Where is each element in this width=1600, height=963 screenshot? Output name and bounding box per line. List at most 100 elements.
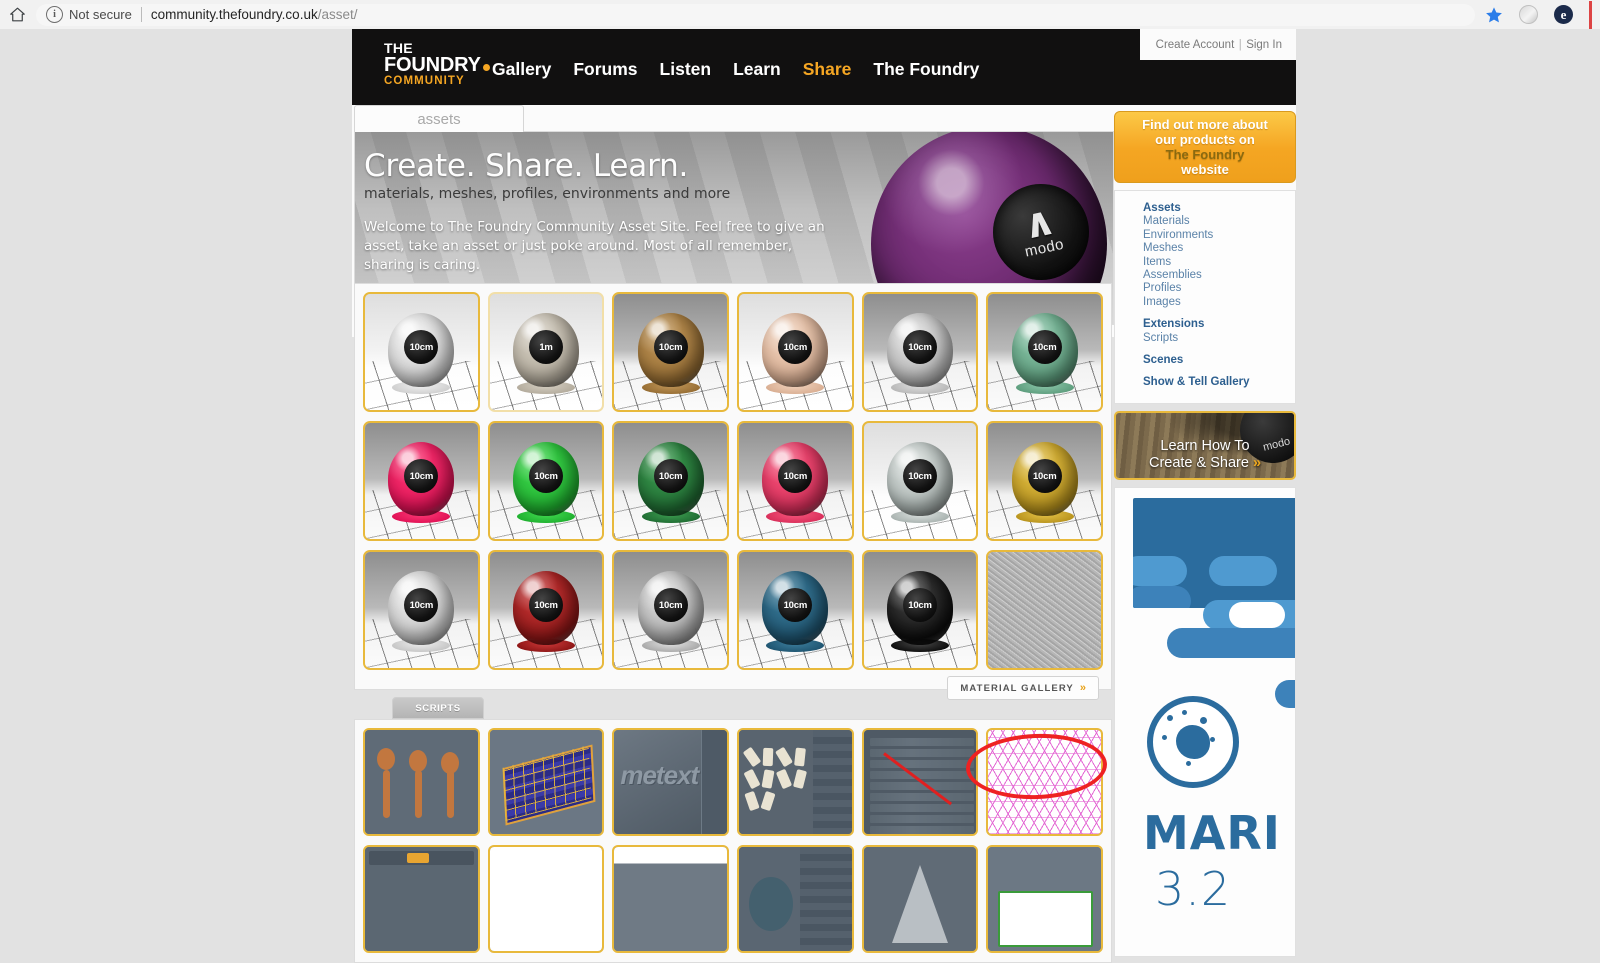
nav-item-listen[interactable]: Listen — [660, 59, 712, 80]
profile-avatar-icon[interactable] — [1519, 5, 1538, 24]
script-thumbnail[interactable] — [363, 728, 480, 836]
mari-ad-wave — [1133, 599, 1295, 708]
material-thumbnail[interactable] — [986, 550, 1104, 670]
uv-shell — [744, 790, 760, 812]
mari-advertisement[interactable]: MARI 3.2 — [1114, 486, 1296, 957]
nav-item-the-foundry[interactable]: The Foundry — [873, 59, 979, 80]
tab-assets[interactable]: assets — [354, 105, 524, 132]
material-thumbnail[interactable]: 10cm — [612, 292, 730, 412]
sidebar-item-extensions[interactable]: Extensions — [1143, 318, 1295, 331]
material-thumbnail[interactable]: 10cm — [487, 550, 605, 670]
mari-ad-blue-block — [1133, 497, 1295, 608]
script-thumbnail[interactable] — [737, 728, 854, 836]
tab-scripts-label: SCRIPTS — [415, 702, 461, 714]
material-thumbnail[interactable]: 10cm — [986, 421, 1104, 541]
logo-dot-icon — [482, 64, 490, 71]
sidebar-item-assets[interactable]: Assets — [1143, 202, 1295, 215]
script-thumbnail[interactable]: metext — [612, 728, 730, 836]
script-thumbnail[interactable] — [737, 845, 854, 953]
materials-grid-panel: 10cm 1m 10cm 10cm 10cm 10cm 10cm 10cm 10cm 10cm 10… — [354, 283, 1112, 700]
material-thumbnail[interactable]: 10cm — [737, 421, 854, 541]
home-icon[interactable] — [0, 6, 34, 23]
mari-product-name: MARI — [1143, 805, 1281, 860]
scale-badge: 10cm — [529, 588, 563, 623]
scale-badge-label: 10cm — [658, 341, 683, 353]
material-render-scene: 10cm — [364, 552, 478, 668]
scale-badge: 10cm — [404, 459, 439, 494]
materials-row: 10cm 10cm 10cm 10cm 10cm 10cm — [363, 421, 1111, 550]
tab-scripts[interactable]: SCRIPTS — [392, 697, 484, 719]
material-thumbnail[interactable]: 10cm — [861, 421, 979, 541]
material-render-scene: 10cm — [863, 294, 977, 410]
scripts-row: metext — [363, 728, 1111, 845]
script-thumbnail[interactable] — [861, 845, 979, 953]
sidebar-nav-card: Assets Materials Environments Meshes Items As… — [1114, 190, 1296, 404]
create-account-link[interactable]: Create Account — [1156, 39, 1235, 51]
nav-item-forums[interactable]: Forums — [573, 59, 637, 80]
scale-badge-label: 10cm — [1032, 341, 1057, 353]
sidebar-item-show-tell-gallery[interactable]: Show & Tell Gallery — [1143, 376, 1295, 389]
material-thumbnail[interactable]: 1m — [487, 292, 605, 412]
scripts-grid: metext — [363, 728, 1111, 962]
uv-shell — [792, 769, 808, 789]
material-thumbnail[interactable]: 10cm — [861, 292, 979, 412]
script-thumbnail[interactable] — [861, 728, 979, 836]
right-sidebar: Find out more about our products on The … — [1114, 111, 1296, 957]
sidebar-item-environments[interactable]: Environments — [1143, 229, 1295, 242]
material-thumbnail[interactable]: 10cm — [487, 421, 605, 541]
ad-blob-6 — [1167, 627, 1295, 658]
nav-item-gallery[interactable]: Gallery — [492, 59, 551, 80]
outliner-row — [869, 804, 974, 812]
script-thumbnail[interactable] — [487, 845, 605, 953]
sidebar-item-materials[interactable]: Materials — [1143, 215, 1295, 228]
sidebar-item-assemblies[interactable]: Assemblies — [1143, 269, 1295, 282]
material-render-scene: 10cm — [364, 423, 478, 539]
script-thumbnail[interactable] — [487, 728, 605, 836]
sidebar-item-scenes[interactable]: Scenes — [1143, 354, 1295, 367]
logo-line-1: THE — [384, 40, 413, 56]
learn-banner-line-1: Learn How To — [1160, 437, 1250, 454]
script-thumbnail[interactable] — [986, 845, 1104, 953]
nav-item-learn[interactable]: Learn — [733, 59, 781, 80]
script-preview — [365, 730, 478, 834]
script-side-panel — [799, 847, 852, 951]
sidebar-item-meshes[interactable]: Meshes — [1143, 242, 1295, 255]
material-render-scene: 1m — [489, 294, 603, 410]
sign-in-link[interactable]: Sign In — [1246, 39, 1282, 51]
address-bar[interactable]: i Not secure community.thefoundry.co.uk … — [36, 3, 1475, 26]
mari-splat-shape — [1162, 709, 1215, 766]
materials-row: 10cm 10cm 10cm 10cm 10cm — [363, 550, 1111, 679]
url-host: community.thefoundry.co.uk — [150, 7, 318, 22]
info-circle-icon[interactable]: i — [46, 6, 63, 23]
learn-how-to-banner[interactable]: modo Learn How To Create & Share » — [1114, 410, 1296, 480]
material-thumbnail[interactable]: 10cm — [363, 292, 480, 412]
sidebar-item-scripts[interactable]: Scripts — [1143, 332, 1295, 345]
sidebar-item-images[interactable]: Images — [1143, 296, 1295, 309]
splat-dot — [1182, 709, 1187, 715]
account-links: Create Account | Sign In — [1139, 29, 1296, 60]
material-thumbnail[interactable]: 10cm — [363, 421, 480, 541]
material-gallery-button[interactable]: MATERIAL GALLERY » — [947, 676, 1099, 700]
script-thumbnail[interactable] — [986, 728, 1104, 836]
uv-shell — [775, 768, 793, 790]
star-icon[interactable] — [1485, 6, 1503, 24]
nav-item-share[interactable]: Share — [803, 59, 852, 80]
edge-browser-icon[interactable]: e — [1554, 5, 1573, 24]
scale-badge: 10cm — [778, 459, 813, 494]
sidebar-item-profiles[interactable]: Profiles — [1143, 282, 1295, 295]
material-thumbnail[interactable]: 10cm — [986, 292, 1104, 412]
chevron-double-right-icon-banner: » — [1252, 454, 1262, 471]
foundry-products-promo-button[interactable]: Find out more about our products on The … — [1114, 111, 1296, 183]
material-thumbnail[interactable]: 10cm — [737, 550, 854, 670]
material-thumbnail[interactable]: 10cm — [612, 550, 730, 670]
material-thumbnail[interactable]: 10cm — [737, 292, 854, 412]
material-thumbnail[interactable]: 10cm — [861, 550, 979, 670]
scale-badge-label: 10cm — [908, 341, 932, 353]
script-thumbnail[interactable] — [612, 845, 730, 953]
outliner-row — [869, 738, 974, 746]
material-thumbnail[interactable]: 10cm — [363, 550, 480, 670]
script-thumbnail[interactable] — [363, 845, 480, 953]
material-thumbnail[interactable]: 10cm — [612, 421, 730, 541]
sidebar-item-items[interactable]: Items — [1143, 256, 1295, 269]
site-logo[interactable]: THE FOUNDRY COMMUNITY — [384, 41, 496, 88]
